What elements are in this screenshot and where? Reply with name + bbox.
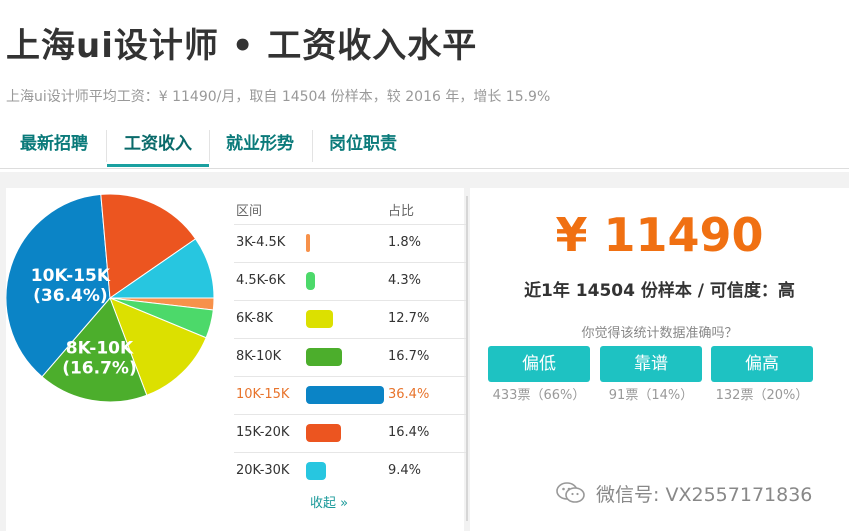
tab-employment[interactable]: 就业形势 (210, 124, 310, 166)
row-percent: 16.7% (388, 349, 430, 364)
row-range: 4.5K-6K (236, 273, 286, 288)
table-header-share: 占比 (388, 204, 415, 219)
salary-pie-chart: 10K-15K(36.4%) 8K-10K(16.7%) (6, 193, 215, 403)
tab-salary[interactable]: 工资收入 (107, 124, 209, 167)
vote-low-button[interactable]: 偏低 (488, 346, 590, 382)
row-percent: 1.8% (388, 235, 422, 250)
vote-accurate-button[interactable]: 靠谱 (600, 346, 702, 382)
row-range: 15K-20K (236, 425, 290, 440)
row-bar (306, 310, 333, 328)
accuracy-question: 你觉得该统计数据准确吗？ (581, 326, 738, 341)
row-percent: 36.4% (388, 387, 430, 402)
row-bar (306, 462, 326, 480)
table-row: 3K-4.5K 1.8% (234, 224, 466, 263)
pie-label-value: (36.4%) (33, 286, 108, 306)
row-percent: 16.4% (388, 425, 430, 440)
page-subtitle: 上海ui设计师平均工资：¥ 11490/月，取自 14504 份样本，较 201… (6, 89, 551, 105)
vote-low-count: 433票（66%） (492, 388, 586, 403)
row-range: 6K-8K (236, 311, 273, 326)
row-percent: 12.7% (388, 311, 430, 326)
vote-high-count: 132票（20%） (715, 388, 809, 403)
row-bar (306, 234, 310, 252)
table-row: 6K-8K 12.7% (234, 300, 466, 339)
collapse-link[interactable]: 收起 » (310, 492, 348, 511)
table-row: 20K-30K 9.4% (234, 452, 466, 491)
row-range: 10K-15K (236, 387, 290, 402)
watermark-text: 微信号: VX2557171836 (596, 484, 813, 506)
distribution-card: 10K-15K (36.4%) 8K-10K (16.7%) 区间 占比 3K-4.5… (6, 188, 466, 531)
row-bar (306, 272, 315, 290)
table-header-range: 区间 (236, 204, 263, 219)
row-bar (306, 348, 342, 366)
watermark: 微信号: VX2557171836 (556, 480, 812, 510)
row-range: 20K-30K (236, 463, 290, 478)
pie-label-name: 8K-10K (66, 338, 134, 358)
table-row: 10K-15K 36.4% (234, 376, 466, 415)
sample-info: 近1年 14504 份样本 / 可信度：高 (524, 281, 795, 301)
panel-divider (466, 196, 468, 521)
vote-high-button[interactable]: 偏高 (711, 346, 813, 382)
table-row: 4.5K-6K 4.3% (234, 262, 466, 301)
tab-latest-jobs[interactable]: 最新招聘 (6, 124, 102, 166)
tab-responsibilities[interactable]: 岗位职责 (313, 124, 413, 166)
row-range: 8K-10K (236, 349, 282, 364)
vote-accurate-count: 91票（14%） (608, 388, 694, 403)
pie-label-value: (16.7%) (62, 358, 137, 378)
table-row: 8K-10K 16.7% (234, 338, 466, 377)
row-percent: 4.3% (388, 273, 422, 288)
page-title: 上海ui设计师 • 工资收入水平 (6, 26, 478, 66)
row-range: 3K-4.5K (236, 235, 286, 250)
average-salary: ¥ 11490 (555, 208, 764, 262)
row-bar (306, 424, 341, 442)
wechat-icon (556, 481, 586, 510)
tab-bar: 最新招聘 工资收入 就业形势 岗位职责 (0, 124, 849, 169)
table-row: 15K-20K 16.4% (234, 414, 466, 453)
row-percent: 9.4% (388, 463, 422, 478)
pie-label-name: 10K-15K (31, 266, 111, 286)
row-bar (306, 386, 384, 404)
